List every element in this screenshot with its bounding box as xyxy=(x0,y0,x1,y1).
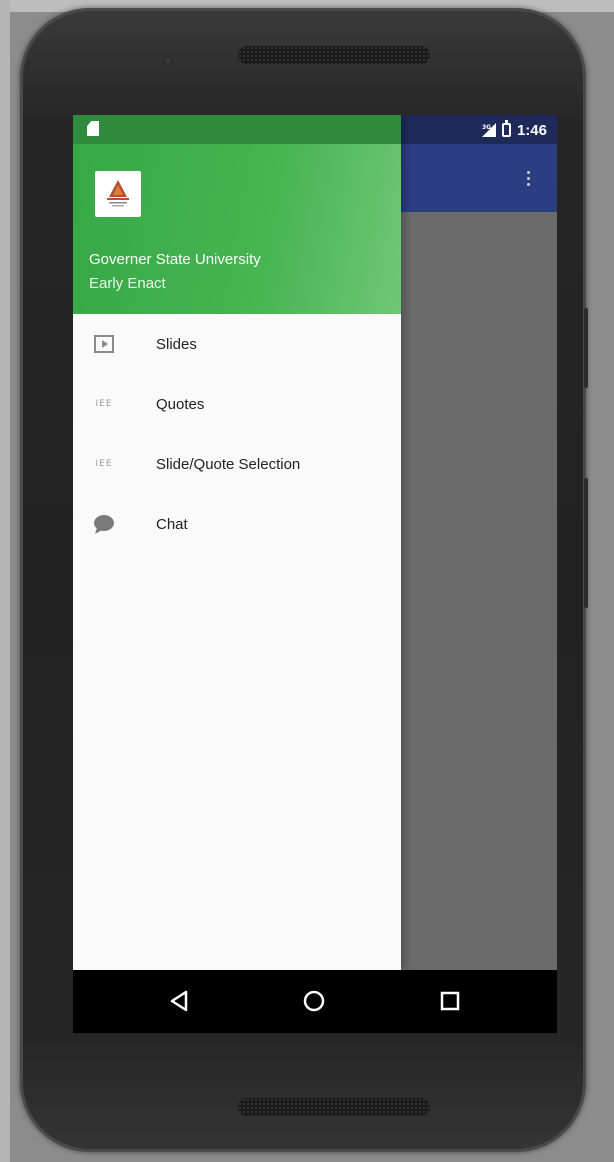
background-left xyxy=(0,0,10,1162)
drawer-menu: Slides IEE Quotes IEE Slide/Quote Select… xyxy=(73,314,401,554)
menu-item-chat[interactable]: Chat xyxy=(73,494,401,554)
play-box-icon xyxy=(93,333,115,355)
system-nav-bar xyxy=(73,970,557,1033)
device-screen: 3G 1:46 Governer State University Early … xyxy=(73,115,557,1033)
top-speaker xyxy=(238,46,430,64)
university-logo xyxy=(95,171,141,217)
more-vert-icon[interactable] xyxy=(527,171,531,189)
menu-item-label: Quotes xyxy=(156,395,205,413)
drawer-header: Governer State University Early Enact xyxy=(73,115,401,314)
signal-icon: 3G xyxy=(481,123,496,137)
menu-item-label: Slides xyxy=(156,335,197,353)
header-title: Governer State University xyxy=(89,251,261,268)
drawer-status-bar xyxy=(73,115,401,144)
chat-bubble-icon xyxy=(93,513,115,535)
battery-icon xyxy=(501,120,511,137)
menu-item-slides[interactable]: Slides xyxy=(73,314,401,374)
power-button xyxy=(584,308,588,388)
logo-icon xyxy=(107,180,129,207)
status-indicators: 3G 1:46 xyxy=(481,119,547,141)
recents-icon[interactable] xyxy=(435,986,465,1016)
sd-card-icon xyxy=(87,121,99,136)
volume-button xyxy=(584,478,588,608)
text-icon: IEE xyxy=(95,459,113,469)
home-icon[interactable] xyxy=(299,986,329,1016)
bottom-speaker xyxy=(238,1098,430,1116)
menu-item-label: Slide/Quote Selection xyxy=(156,455,301,473)
text-icon: IEE xyxy=(95,399,113,409)
navigation-drawer: Governer State University Early Enact Sl… xyxy=(73,115,401,970)
menu-item-quotes[interactable]: IEE Quotes xyxy=(73,374,401,434)
front-camera xyxy=(163,56,173,66)
menu-item-slide-quote-selection[interactable]: IEE Slide/Quote Selection xyxy=(73,434,401,494)
svg-text:3G: 3G xyxy=(482,124,491,131)
menu-item-label: Chat xyxy=(156,515,188,533)
status-time: 1:46 xyxy=(516,121,547,139)
back-icon[interactable] xyxy=(164,986,194,1016)
header-subtitle: Early Enact xyxy=(89,275,166,292)
